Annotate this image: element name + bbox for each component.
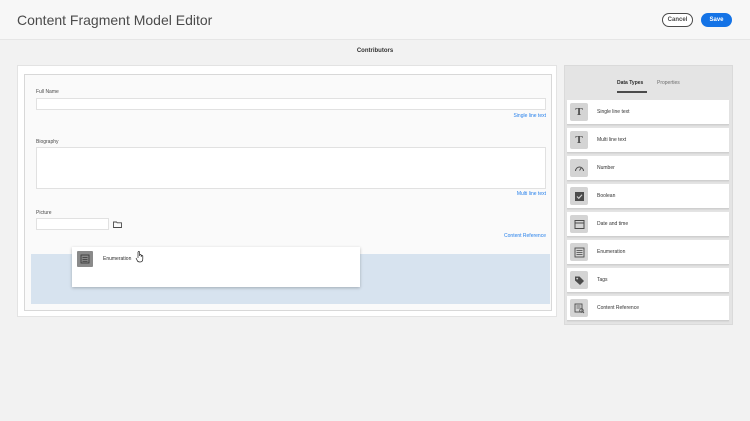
data-type-label: Single line text <box>597 109 630 115</box>
cancel-button[interactable]: Cancel <box>662 13 693 27</box>
data-type-enumeration[interactable]: Enumeration <box>567 240 729 265</box>
data-type-label: Tags <box>597 277 608 283</box>
data-type-single-line-text[interactable]: T Single line text <box>567 100 729 125</box>
gauge-icon <box>570 159 588 177</box>
type-hint-full-name: Single line text <box>513 113 546 119</box>
panel-tabs: Data Types Properties <box>565 66 732 96</box>
content-reference-icon <box>570 299 588 317</box>
data-type-label: Enumeration <box>597 249 626 255</box>
app-title: Content Fragment Model Editor <box>17 12 213 28</box>
data-type-multi-line-text[interactable]: T Multi line text <box>567 128 729 153</box>
data-type-label: Content Reference <box>597 305 639 311</box>
folder-icon[interactable] <box>113 221 122 228</box>
tab-data-types[interactable]: Data Types <box>617 80 643 86</box>
checkbox-icon <box>570 187 588 205</box>
data-type-label: Date and time <box>597 221 629 227</box>
save-button[interactable]: Save <box>701 13 732 27</box>
type-hint-picture: Content Reference <box>504 233 546 239</box>
data-types-panel: Data Types Properties T Single line text… <box>564 65 733 325</box>
text-icon: T <box>570 131 588 149</box>
data-type-label: Multi line text <box>597 137 627 143</box>
field-label-full-name: Full Name <box>36 89 59 95</box>
type-hint-biography: Multi line text <box>516 191 546 197</box>
data-type-number[interactable]: Number <box>567 156 729 181</box>
list-icon <box>570 243 588 261</box>
picture-path-input[interactable] <box>36 218 109 230</box>
text-icon: T <box>570 103 588 121</box>
hand-cursor-icon <box>135 251 144 263</box>
app-header: Content Fragment Model Editor Cancel Sav… <box>0 0 750 40</box>
model-editor-canvas: Full Name Single line text Biography Mul… <box>17 65 557 317</box>
dragging-enumeration-card[interactable]: Enumeration <box>72 247 360 287</box>
data-type-label: Boolean <box>597 193 616 199</box>
full-name-input[interactable] <box>36 98 546 110</box>
data-type-tags[interactable]: Tags <box>567 268 729 293</box>
enumeration-icon <box>77 251 93 267</box>
field-label-picture: Picture <box>36 210 52 216</box>
biography-textarea[interactable] <box>36 147 546 189</box>
tag-icon <box>570 271 588 289</box>
dragging-item-label: Enumeration <box>103 256 132 262</box>
active-tab-indicator <box>617 91 647 93</box>
data-type-label: Number <box>597 165 615 171</box>
model-title: Contributors <box>356 48 394 54</box>
data-type-content-reference[interactable]: Content Reference <box>567 296 729 321</box>
tab-properties[interactable]: Properties <box>657 80 680 86</box>
data-type-date-and-time[interactable]: Date and time <box>567 212 729 237</box>
data-type-boolean[interactable]: Boolean <box>567 184 729 209</box>
calendar-icon <box>570 215 588 233</box>
field-label-biography: Biography <box>36 139 59 145</box>
